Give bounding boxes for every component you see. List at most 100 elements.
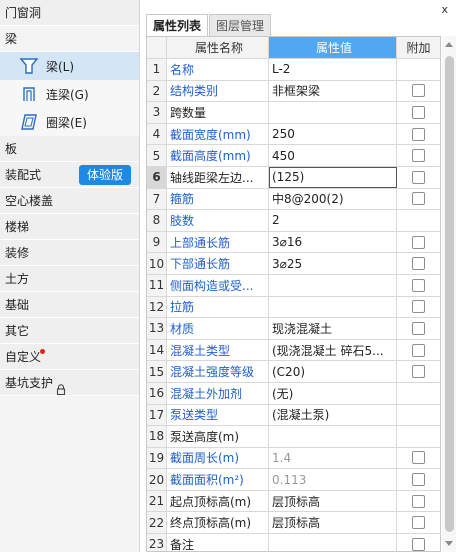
category-earthwork[interactable]: 土方 xyxy=(0,266,139,292)
row-index: 22 xyxy=(147,512,167,534)
table-row[interactable]: 1 名称 L-2 xyxy=(147,59,440,81)
property-value[interactable]: 3⌀25 xyxy=(269,253,397,274)
tree-item-beam-l[interactable]: 梁(L) xyxy=(0,52,139,80)
property-value[interactable]: L-2 xyxy=(269,59,397,80)
table-row[interactable]: 21 起点顶标高(m) 层顶标高 xyxy=(147,490,440,513)
add-checkbox[interactable] xyxy=(412,473,425,487)
property-value[interactable] xyxy=(269,534,397,551)
add-checkbox[interactable] xyxy=(412,321,425,335)
property-value[interactable] xyxy=(269,296,397,318)
tree-item-coupling-beam[interactable]: 连梁(G) xyxy=(0,80,139,108)
property-value[interactable] xyxy=(269,102,397,123)
category-prefab[interactable]: 装配式 体验版 xyxy=(0,162,139,188)
add-checkbox[interactable] xyxy=(412,516,425,530)
property-value[interactable]: 非框架梁 xyxy=(269,80,397,102)
category-label: 空心楼盖 xyxy=(5,194,54,208)
add-checkbox[interactable] xyxy=(412,278,425,292)
category-slab[interactable]: 板 xyxy=(0,136,139,162)
property-value[interactable]: (现浇混凝土 碎石5... xyxy=(269,339,397,361)
property-value[interactable] xyxy=(269,426,397,447)
scroll-up-icon[interactable] xyxy=(445,42,453,47)
property-value[interactable]: 层顶标高 xyxy=(269,490,397,512)
category-label: 门窗洞 xyxy=(5,6,42,20)
property-value[interactable]: (无) xyxy=(269,382,397,404)
category-door-window[interactable]: 门窗洞 xyxy=(0,0,139,26)
tab-property-list[interactable]: 属性列表 xyxy=(146,14,209,36)
table-row[interactable]: 14 混凝土类型 (现浇混凝土 碎石5... xyxy=(147,339,440,362)
table-row[interactable]: 8 肢数 2 xyxy=(147,210,440,232)
add-checkbox[interactable] xyxy=(412,257,425,271)
table-row[interactable]: 13 材质 现浇混凝土 xyxy=(147,318,440,340)
table-row[interactable]: 9 上部通长筋 3⌀16 xyxy=(147,231,440,254)
property-value[interactable]: 0.113 xyxy=(269,469,397,490)
property-name: 备注 xyxy=(167,534,269,551)
table-row[interactable]: 3 跨数量 xyxy=(147,102,440,124)
row-index: 9 xyxy=(147,231,167,253)
property-value[interactable]: 250 xyxy=(269,123,397,145)
property-value[interactable]: (混凝土泵) xyxy=(269,404,397,426)
property-value[interactable]: 450 xyxy=(269,145,397,166)
add-checkbox[interactable] xyxy=(412,105,425,119)
add-checkbox[interactable] xyxy=(412,192,425,206)
add-checkbox[interactable] xyxy=(412,343,425,357)
table-row[interactable]: 17 泵送类型 (混凝土泵) xyxy=(147,404,440,427)
add-checkbox[interactable] xyxy=(412,170,425,184)
add-checkbox[interactable] xyxy=(412,149,425,163)
property-value[interactable]: 2 xyxy=(269,210,397,231)
table-row[interactable]: 5 截面高度(mm) 450 xyxy=(147,145,440,167)
table-row[interactable]: 18 泵送高度(m) xyxy=(147,426,440,448)
row-index: 7 xyxy=(147,188,167,210)
property-value[interactable]: 层顶标高 xyxy=(269,512,397,534)
table-row[interactable]: 19 截面周长(m) 1.4 xyxy=(147,447,440,470)
add-checkbox[interactable] xyxy=(412,494,425,508)
table-row[interactable]: 22 终点顶标高(m) 层顶标高 xyxy=(147,512,440,535)
add-checkbox[interactable] xyxy=(412,127,425,141)
category-stairs[interactable]: 楼梯 xyxy=(0,214,139,240)
table-row[interactable]: 10 下部通长筋 3⌀25 xyxy=(147,253,440,275)
table-row[interactable]: 20 截面面积(m²) 0.113 xyxy=(147,469,440,491)
property-value[interactable] xyxy=(269,274,397,296)
add-cell xyxy=(397,405,440,426)
tree-item-label: 梁(L) xyxy=(46,59,75,74)
category-pit-support[interactable]: 基坑支护 xyxy=(0,370,139,396)
add-checkbox[interactable] xyxy=(412,451,425,465)
category-label: 梁 xyxy=(5,32,18,46)
table-row[interactable]: 2 结构类别 非框架梁 xyxy=(147,80,440,103)
table-row[interactable]: 6 轴线距梁左边... (125) xyxy=(147,166,440,189)
tab-layer-management[interactable]: 图层管理 xyxy=(209,14,272,36)
table-row[interactable]: 12 拉筋 xyxy=(147,296,440,319)
table-row[interactable]: 11 侧面构造或受... xyxy=(147,274,440,297)
category-hollow-slab[interactable]: 空心楼盖 xyxy=(0,188,139,214)
property-value[interactable]: 3⌀16 xyxy=(269,231,397,253)
vertical-scrollbar[interactable] xyxy=(442,36,456,552)
scroll-down-icon[interactable] xyxy=(445,541,453,546)
scrollbar-thumb[interactable] xyxy=(445,56,454,532)
add-cell xyxy=(397,469,440,490)
property-value[interactable]: 1.4 xyxy=(269,447,397,469)
category-decoration[interactable]: 装修 xyxy=(0,240,139,266)
add-checkbox[interactable] xyxy=(412,235,425,249)
category-other[interactable]: 其它 xyxy=(0,318,139,344)
property-value[interactable]: 现浇混凝土 xyxy=(269,318,397,339)
table-row[interactable]: 16 混凝土外加剂 (无) xyxy=(147,382,440,405)
table-row[interactable]: 4 截面宽度(mm) 250 xyxy=(147,123,440,146)
property-value[interactable]: 中8@200(2) xyxy=(269,188,397,210)
property-value[interactable]: (125) xyxy=(269,166,397,188)
category-custom[interactable]: 自定义 xyxy=(0,344,139,370)
row-index: 8 xyxy=(147,210,167,231)
row-index: 14 xyxy=(147,339,167,361)
table-row[interactable]: 7 箍筋 中8@200(2) xyxy=(147,188,440,211)
add-checkbox[interactable] xyxy=(412,365,425,379)
add-checkbox[interactable] xyxy=(412,300,425,314)
add-checkbox[interactable] xyxy=(412,537,425,551)
add-checkbox[interactable] xyxy=(412,84,425,98)
property-value[interactable]: (C20) xyxy=(269,361,397,382)
table-row[interactable]: 23 备注 xyxy=(147,534,440,551)
tree-item-ring-beam[interactable]: 圈梁(E) xyxy=(0,108,139,136)
close-icon[interactable]: x xyxy=(441,3,448,16)
category-foundation[interactable]: 基础 xyxy=(0,292,139,318)
trial-version-badge[interactable]: 体验版 xyxy=(79,165,131,185)
panel-tabs: 属性列表 图层管理 xyxy=(146,14,272,36)
table-row[interactable]: 15 混凝土强度等级 (C20) xyxy=(147,361,440,383)
category-beam[interactable]: 梁 xyxy=(0,26,139,52)
